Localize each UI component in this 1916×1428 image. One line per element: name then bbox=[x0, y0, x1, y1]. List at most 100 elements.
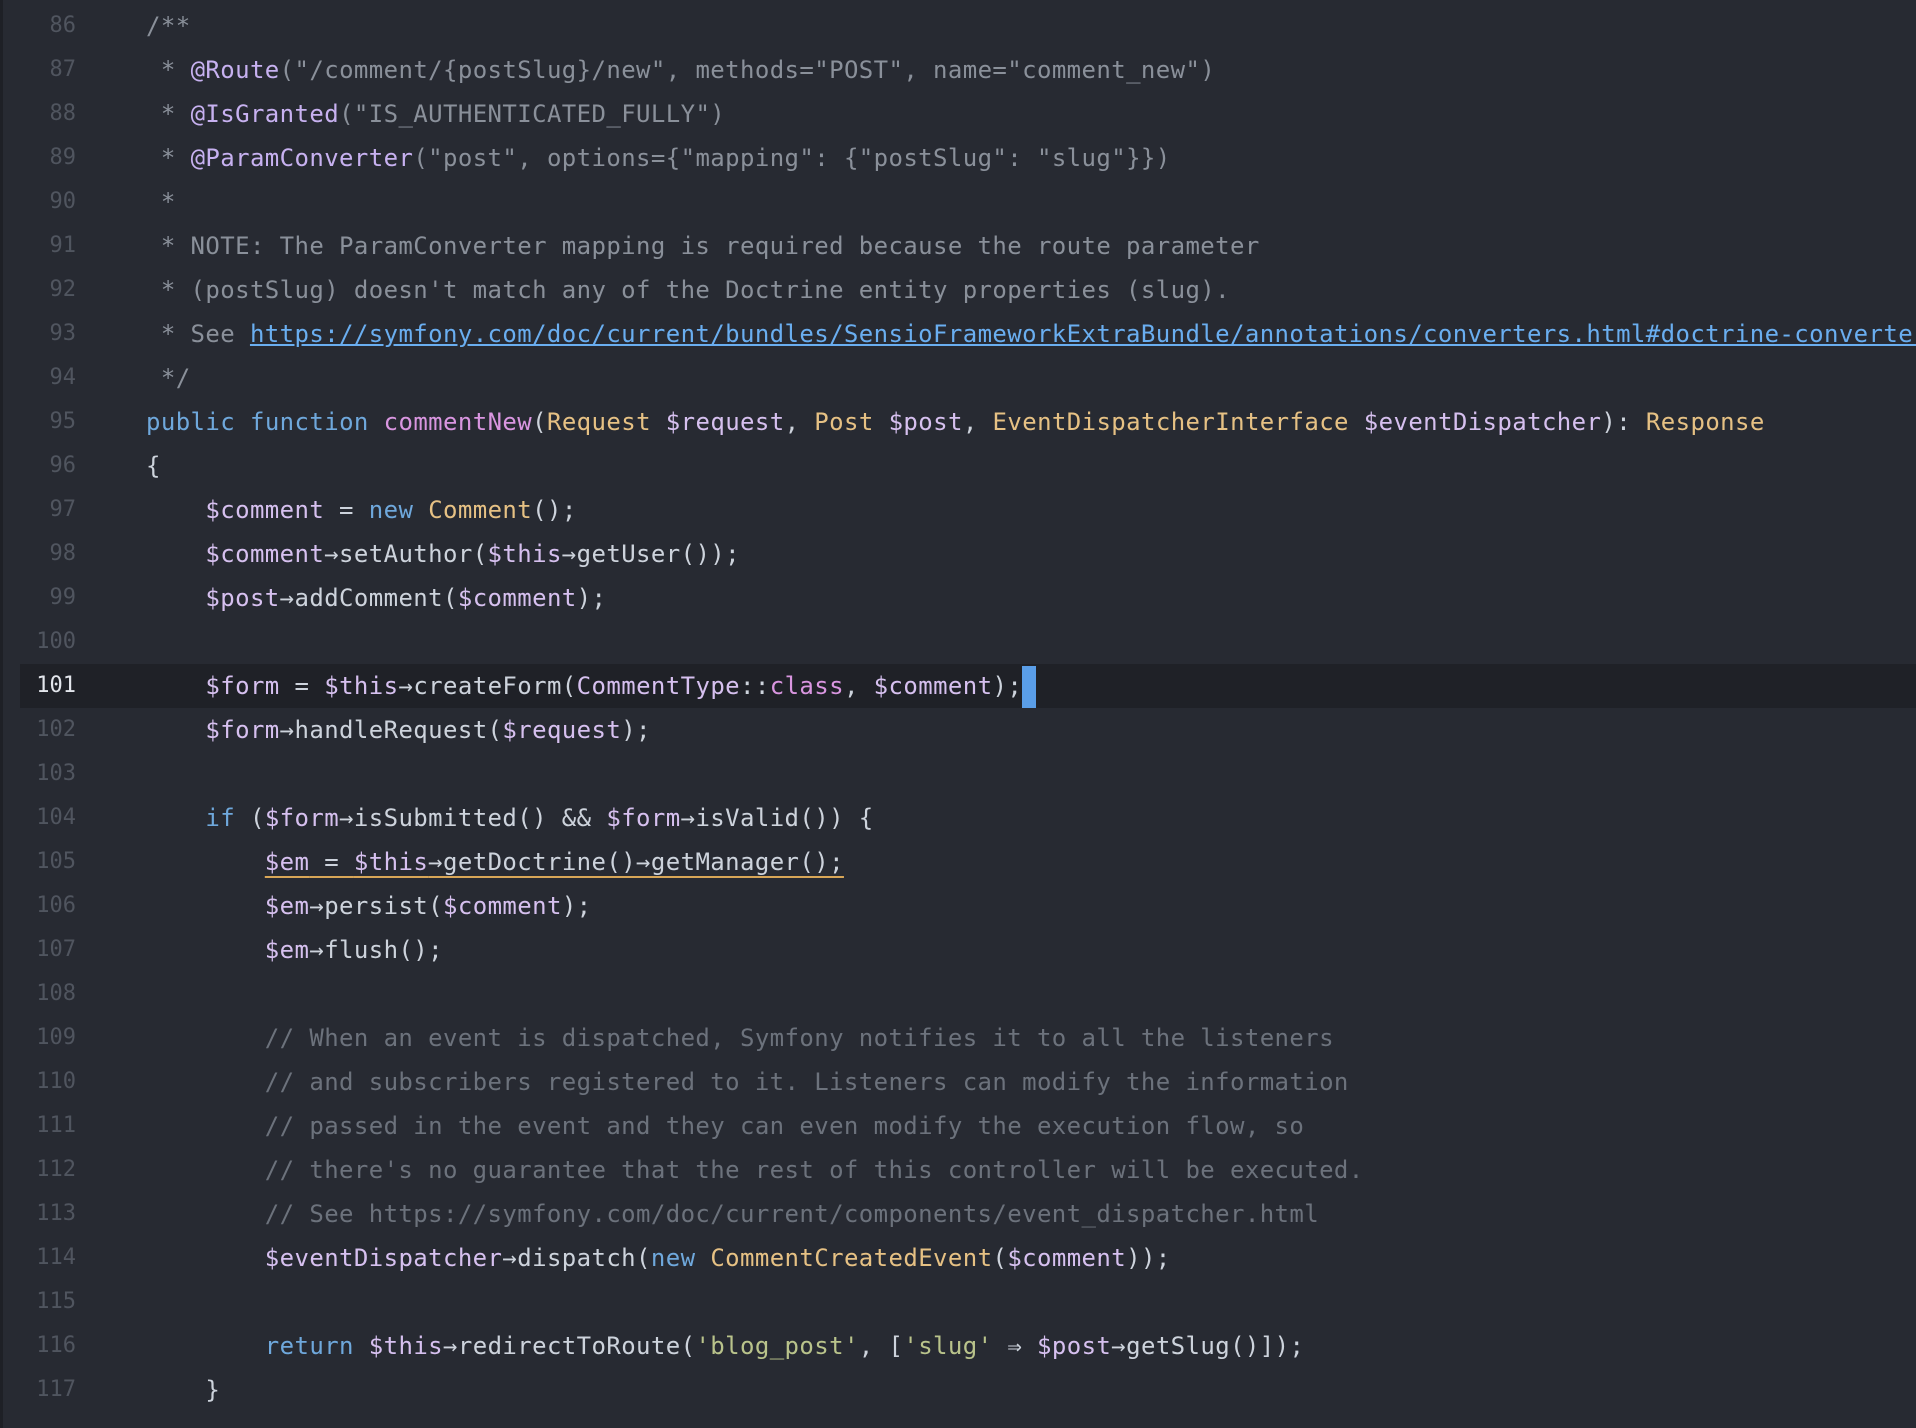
code-editor[interactable]: 86 /** 87 * @Route("/comment/{postSlug}/ne… bbox=[0, 0, 1916, 1428]
code-token: →createForm( bbox=[398, 672, 577, 700]
line-number: 112 bbox=[36, 1157, 76, 1182]
code-text[interactable]: */ bbox=[146, 356, 191, 400]
code-text[interactable]: } bbox=[146, 1368, 220, 1412]
line-number: 98 bbox=[49, 541, 77, 566]
code-text[interactable]: $post→addComment($comment); bbox=[146, 576, 606, 620]
code-line[interactable]: 95 public function commentNew(Request $re… bbox=[0, 400, 1916, 444]
code-line[interactable]: 91 * NOTE: The ParamConverter mapping is… bbox=[0, 224, 1916, 268]
doc-link[interactable]: https://symfony.com/doc/current/bundles/… bbox=[250, 320, 1916, 348]
code-text[interactable]: // and subscribers registered to it. Lis… bbox=[146, 1060, 1349, 1104]
code-line[interactable]: 104 if ($form→isSubmitted() && $form→isV… bbox=[0, 796, 1916, 840]
code-text[interactable]: $eventDispatcher→dispatch(new CommentCre… bbox=[146, 1236, 1171, 1280]
code-text[interactable]: $comment = new Comment(); bbox=[146, 488, 577, 532]
code-token: 'slug' bbox=[903, 1332, 993, 1360]
code-text[interactable]: * @IsGranted("IS_AUTHENTICATED_FULLY") bbox=[146, 92, 725, 136]
code-lines[interactable]: 86 /** 87 * @Route("/comment/{postSlug}/ne… bbox=[0, 4, 1916, 1412]
code-text[interactable]: // See https://symfony.com/doc/current/c… bbox=[146, 1192, 1319, 1236]
code-line[interactable]: 102 $form→handleRequest($request); bbox=[0, 708, 1916, 752]
code-token: $form bbox=[264, 804, 340, 832]
code-token: // and subscribers registered to it. Lis… bbox=[146, 1068, 1349, 1096]
code-line[interactable]: 109 // When an event is dispatched, Symf… bbox=[0, 1016, 1916, 1060]
code-token: new bbox=[650, 1244, 696, 1272]
code-line[interactable]: 94 */ bbox=[0, 356, 1916, 400]
code-token: $this bbox=[487, 540, 562, 568]
code-line[interactable]: 96 { bbox=[0, 444, 1916, 488]
code-text[interactable]: $em→persist($comment); bbox=[146, 884, 592, 928]
code-token: →getUser()); bbox=[561, 540, 740, 568]
code-token: →dispatch( bbox=[502, 1244, 651, 1272]
code-text[interactable]: // passed in the event and they can even… bbox=[146, 1104, 1304, 1148]
code-line[interactable]: 93 * See https://symfony.com/doc/current… bbox=[0, 312, 1916, 356]
code-line[interactable]: 114 $eventDispatcher→dispatch(new Commen… bbox=[0, 1236, 1916, 1280]
code-token: $post bbox=[1037, 1332, 1112, 1360]
code-text[interactable]: { bbox=[146, 444, 161, 488]
code-line[interactable]: 88 * @IsGranted("IS_AUTHENTICATED_FULLY"… bbox=[0, 92, 1916, 136]
code-text[interactable]: $form→handleRequest($request); bbox=[146, 708, 651, 752]
line-number: 115 bbox=[36, 1289, 76, 1314]
code-line[interactable]: 106 $em→persist($comment); bbox=[0, 884, 1916, 928]
code-text[interactable]: * bbox=[146, 180, 176, 224]
code-line[interactable]: 98 $comment→setAuthor($this→getUser()); bbox=[0, 532, 1916, 576]
code-line[interactable]: 110 // and subscribers registered to it.… bbox=[0, 1060, 1916, 1104]
code-token: ); bbox=[561, 892, 592, 920]
code-line[interactable]: 92 * (postSlug) doesn't match any of the… bbox=[0, 268, 1916, 312]
line-number: 87 bbox=[49, 57, 77, 82]
code-text[interactable]: $em = $this→getDoctrine()→getManager(); bbox=[146, 840, 844, 884]
code-line[interactable]: 115 bbox=[0, 1280, 1916, 1324]
code-token: →addComment( bbox=[279, 584, 458, 612]
code-token: * NOTE: The ParamConverter mapping is re… bbox=[146, 232, 1260, 260]
code-token: $comment bbox=[443, 892, 562, 920]
code-line[interactable]: 97 $comment = new Comment(); bbox=[0, 488, 1916, 532]
code-token: , bbox=[843, 672, 874, 700]
code-line[interactable]: 117 } bbox=[0, 1368, 1916, 1412]
code-line[interactable]: 116 return $this→redirectToRoute('blog_p… bbox=[0, 1324, 1916, 1368]
code-token: )); bbox=[1126, 1244, 1171, 1272]
code-token: , [ bbox=[858, 1332, 904, 1360]
code-text[interactable]: return $this→redirectToRoute('blog_post'… bbox=[146, 1324, 1304, 1368]
code-line-current[interactable]: 101 $form = $this→createForm(CommentType… bbox=[20, 664, 1916, 708]
code-text[interactable]: public function commentNew(Request $requ… bbox=[146, 400, 1765, 444]
line-number: 107 bbox=[36, 937, 76, 962]
code-text[interactable]: // When an event is dispatched, Symfony … bbox=[146, 1016, 1334, 1060]
code-token: $form bbox=[205, 716, 280, 744]
code-text[interactable]: /** bbox=[146, 4, 191, 48]
code-text[interactable]: * @Route("/comment/{postSlug}/new", meth… bbox=[146, 48, 1215, 92]
code-token: // When an event is dispatched, Symfony … bbox=[146, 1024, 1334, 1052]
code-line[interactable]: 103 bbox=[0, 752, 1916, 796]
code-line[interactable]: 105 $em = $this→getDoctrine()→getManager… bbox=[0, 840, 1916, 884]
code-token: $eventDispatcher bbox=[1363, 408, 1602, 436]
code-line[interactable]: 107 $em→flush(); bbox=[0, 928, 1916, 972]
code-text[interactable]: $em→flush(); bbox=[146, 928, 443, 972]
code-text[interactable]: $form = $this→createForm(CommentType::cl… bbox=[146, 664, 1037, 708]
code-text[interactable]: // there's no guarantee that the rest of… bbox=[146, 1148, 1364, 1192]
code-text[interactable]: if ($form→isSubmitted() && $form→isValid… bbox=[146, 796, 874, 840]
line-number: 99 bbox=[49, 585, 77, 610]
code-text[interactable]: * See https://symfony.com/doc/current/bu… bbox=[146, 312, 1916, 356]
code-token: // See https://symfony.com/doc/current/c… bbox=[146, 1200, 1320, 1228]
code-token: ): bbox=[1601, 408, 1646, 436]
code-text[interactable]: * @ParamConverter("post", options={"mapp… bbox=[146, 136, 1171, 180]
code-token: 'blog_post' bbox=[695, 1332, 859, 1360]
code-line[interactable]: 99 $post→addComment($comment); bbox=[0, 576, 1916, 620]
line-number: 116 bbox=[36, 1333, 76, 1358]
code-token: $this bbox=[324, 672, 399, 700]
code-line[interactable]: 100 bbox=[0, 620, 1916, 664]
code-line[interactable]: 89 * @ParamConverter("post", options={"m… bbox=[0, 136, 1916, 180]
code-text[interactable]: * NOTE: The ParamConverter mapping is re… bbox=[146, 224, 1260, 268]
code-line[interactable]: 86 /** bbox=[0, 4, 1916, 48]
code-text[interactable]: * (postSlug) doesn't match any of the Do… bbox=[146, 268, 1230, 312]
code-line[interactable]: 108 bbox=[0, 972, 1916, 1016]
line-number: 103 bbox=[36, 761, 76, 786]
code-token: Request bbox=[546, 408, 651, 436]
code-line[interactable]: 90 * bbox=[0, 180, 1916, 224]
code-line[interactable]: 112 // there's no guarantee that the res… bbox=[0, 1148, 1916, 1192]
code-line[interactable]: 113 // See https://symfony.com/doc/curre… bbox=[0, 1192, 1916, 1236]
code-line[interactable]: 87 * @Route("/comment/{postSlug}/new", m… bbox=[0, 48, 1916, 92]
code-line[interactable]: 111 // passed in the event and they can … bbox=[0, 1104, 1916, 1148]
code-text[interactable]: $comment→setAuthor($this→getUser()); bbox=[146, 532, 740, 576]
code-token: $comment bbox=[1007, 1244, 1127, 1272]
code-token: $request bbox=[665, 408, 785, 436]
code-token: class bbox=[769, 672, 844, 700]
